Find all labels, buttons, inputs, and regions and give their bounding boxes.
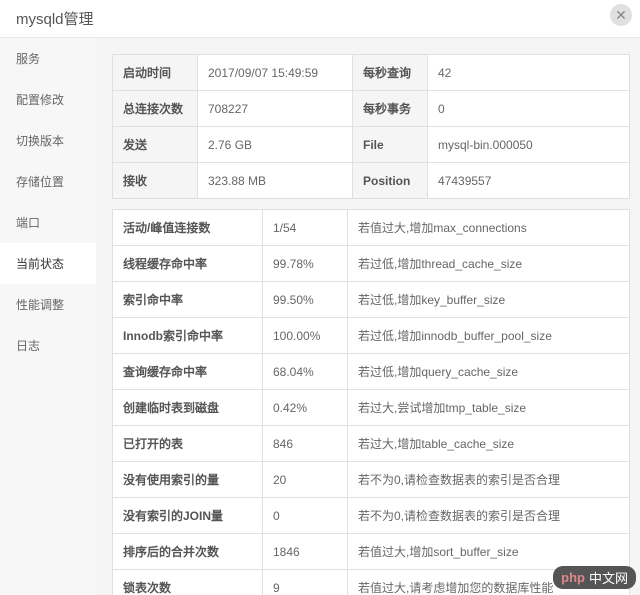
main-container: 服务 配置修改 切换版本 存储位置 端口 当前状态 性能调整 日志 启动时间 2… xyxy=(0,38,640,595)
metric-hint: 若过大,增加table_cache_size xyxy=(348,426,630,462)
page-title: mysqld管理 xyxy=(16,11,94,28)
stat-value: 47439557 xyxy=(428,163,630,199)
stat-label: 发送 xyxy=(113,127,198,163)
metric-hint: 若不为0,请检查数据表的索引是否合理 xyxy=(348,462,630,498)
watermark-text: 中文网 xyxy=(589,568,628,587)
table-row: 总连接次数 708227 每秒事务 0 xyxy=(113,91,630,127)
sidebar-item-label: 当前状态 xyxy=(16,257,64,271)
panel-header: mysqld管理 ✕ xyxy=(0,0,640,38)
sidebar-item-label: 配置修改 xyxy=(16,93,64,107)
close-icon: ✕ xyxy=(615,7,627,23)
metric-value: 99.50% xyxy=(263,282,348,318)
metric-hint: 若值过大,增加sort_buffer_size xyxy=(348,534,630,570)
stat-value: 2.76 GB xyxy=(198,127,353,163)
metric-value: 20 xyxy=(263,462,348,498)
stats-table: 启动时间 2017/09/07 15:49:59 每秒查询 42 总连接次数 7… xyxy=(112,54,630,199)
metric-value: 1846 xyxy=(263,534,348,570)
metric-name: 已打开的表 xyxy=(113,426,263,462)
table-row: 活动/峰值连接数 1/54 若值过大,增加max_connections xyxy=(113,210,630,246)
metric-name: 线程缓存命中率 xyxy=(113,246,263,282)
table-row: 查询缓存命中率 68.04% 若过低,增加query_cache_size xyxy=(113,354,630,390)
stat-value: mysql-bin.000050 xyxy=(428,127,630,163)
sidebar-item-logs[interactable]: 日志 xyxy=(0,325,96,366)
table-row: 排序后的合并次数 1846 若值过大,增加sort_buffer_size xyxy=(113,534,630,570)
table-row: 锁表次数 9 若值过大,请考虑增加您的数据库性能 xyxy=(113,570,630,595)
table-row: 没有索引的JOIN量 0 若不为0,请检查数据表的索引是否合理 xyxy=(113,498,630,534)
table-row: 创建临时表到磁盘 0.42% 若过大,尝试增加tmp_table_size xyxy=(113,390,630,426)
metric-value: 68.04% xyxy=(263,354,348,390)
metric-name: 排序后的合并次数 xyxy=(113,534,263,570)
stat-value: 42 xyxy=(428,55,630,91)
stat-label: File xyxy=(353,127,428,163)
table-row: Innodb索引命中率 100.00% 若过低,增加innodb_buffer_… xyxy=(113,318,630,354)
metrics-table: 活动/峰值连接数 1/54 若值过大,增加max_connections 线程缓… xyxy=(112,209,630,595)
content-area: 启动时间 2017/09/07 15:49:59 每秒查询 42 总连接次数 7… xyxy=(96,38,640,595)
metric-hint: 若值过大,增加max_connections xyxy=(348,210,630,246)
sidebar-item-label: 服务 xyxy=(16,52,40,66)
metric-hint: 若过低,增加thread_cache_size xyxy=(348,246,630,282)
table-row: 没有使用索引的量 20 若不为0,请检查数据表的索引是否合理 xyxy=(113,462,630,498)
stat-label: 总连接次数 xyxy=(113,91,198,127)
watermark-logo: php xyxy=(561,570,585,585)
sidebar-item-config[interactable]: 配置修改 xyxy=(0,79,96,120)
metric-name: 索引命中率 xyxy=(113,282,263,318)
metric-name: 查询缓存命中率 xyxy=(113,354,263,390)
table-row: 接收 323.88 MB Position 47439557 xyxy=(113,163,630,199)
table-row: 发送 2.76 GB File mysql-bin.000050 xyxy=(113,127,630,163)
metric-value: 0 xyxy=(263,498,348,534)
sidebar-item-label: 性能调整 xyxy=(16,298,64,312)
metric-value: 100.00% xyxy=(263,318,348,354)
stat-label: 每秒查询 xyxy=(353,55,428,91)
sidebar: 服务 配置修改 切换版本 存储位置 端口 当前状态 性能调整 日志 xyxy=(0,38,96,595)
metric-name: 没有使用索引的量 xyxy=(113,462,263,498)
metric-name: 活动/峰值连接数 xyxy=(113,210,263,246)
stat-value: 323.88 MB xyxy=(198,163,353,199)
sidebar-item-label: 存储位置 xyxy=(16,175,64,189)
close-button[interactable]: ✕ xyxy=(610,4,632,26)
sidebar-item-status[interactable]: 当前状态 xyxy=(0,243,96,284)
sidebar-item-service[interactable]: 服务 xyxy=(0,38,96,79)
stat-label: Position xyxy=(353,163,428,199)
table-row: 索引命中率 99.50% 若过低,增加key_buffer_size xyxy=(113,282,630,318)
sidebar-item-storage[interactable]: 存储位置 xyxy=(0,161,96,202)
metric-hint: 若过低,增加key_buffer_size xyxy=(348,282,630,318)
metric-name: 锁表次数 xyxy=(113,570,263,595)
metric-value: 0.42% xyxy=(263,390,348,426)
stat-value: 708227 xyxy=(198,91,353,127)
sidebar-item-version[interactable]: 切换版本 xyxy=(0,120,96,161)
metric-value: 1/54 xyxy=(263,210,348,246)
stat-label: 每秒事务 xyxy=(353,91,428,127)
table-row: 已打开的表 846 若过大,增加table_cache_size xyxy=(113,426,630,462)
sidebar-item-label: 日志 xyxy=(16,339,40,353)
metric-name: Innodb索引命中率 xyxy=(113,318,263,354)
watermark: php 中文网 xyxy=(553,566,636,589)
stat-value: 0 xyxy=(428,91,630,127)
sidebar-item-label: 端口 xyxy=(16,216,40,230)
table-row: 线程缓存命中率 99.78% 若过低,增加thread_cache_size xyxy=(113,246,630,282)
metric-value: 99.78% xyxy=(263,246,348,282)
stat-label: 接收 xyxy=(113,163,198,199)
metric-name: 创建临时表到磁盘 xyxy=(113,390,263,426)
metric-value: 9 xyxy=(263,570,348,595)
sidebar-item-performance[interactable]: 性能调整 xyxy=(0,284,96,325)
metric-hint: 若过大,尝试增加tmp_table_size xyxy=(348,390,630,426)
stat-label: 启动时间 xyxy=(113,55,198,91)
metric-value: 846 xyxy=(263,426,348,462)
metric-hint: 若过低,增加innodb_buffer_pool_size xyxy=(348,318,630,354)
sidebar-item-port[interactable]: 端口 xyxy=(0,202,96,243)
metric-hint: 若过低,增加query_cache_size xyxy=(348,354,630,390)
metric-name: 没有索引的JOIN量 xyxy=(113,498,263,534)
table-row: 启动时间 2017/09/07 15:49:59 每秒查询 42 xyxy=(113,55,630,91)
metric-hint: 若不为0,请检查数据表的索引是否合理 xyxy=(348,498,630,534)
sidebar-item-label: 切换版本 xyxy=(16,134,64,148)
stat-value: 2017/09/07 15:49:59 xyxy=(198,55,353,91)
